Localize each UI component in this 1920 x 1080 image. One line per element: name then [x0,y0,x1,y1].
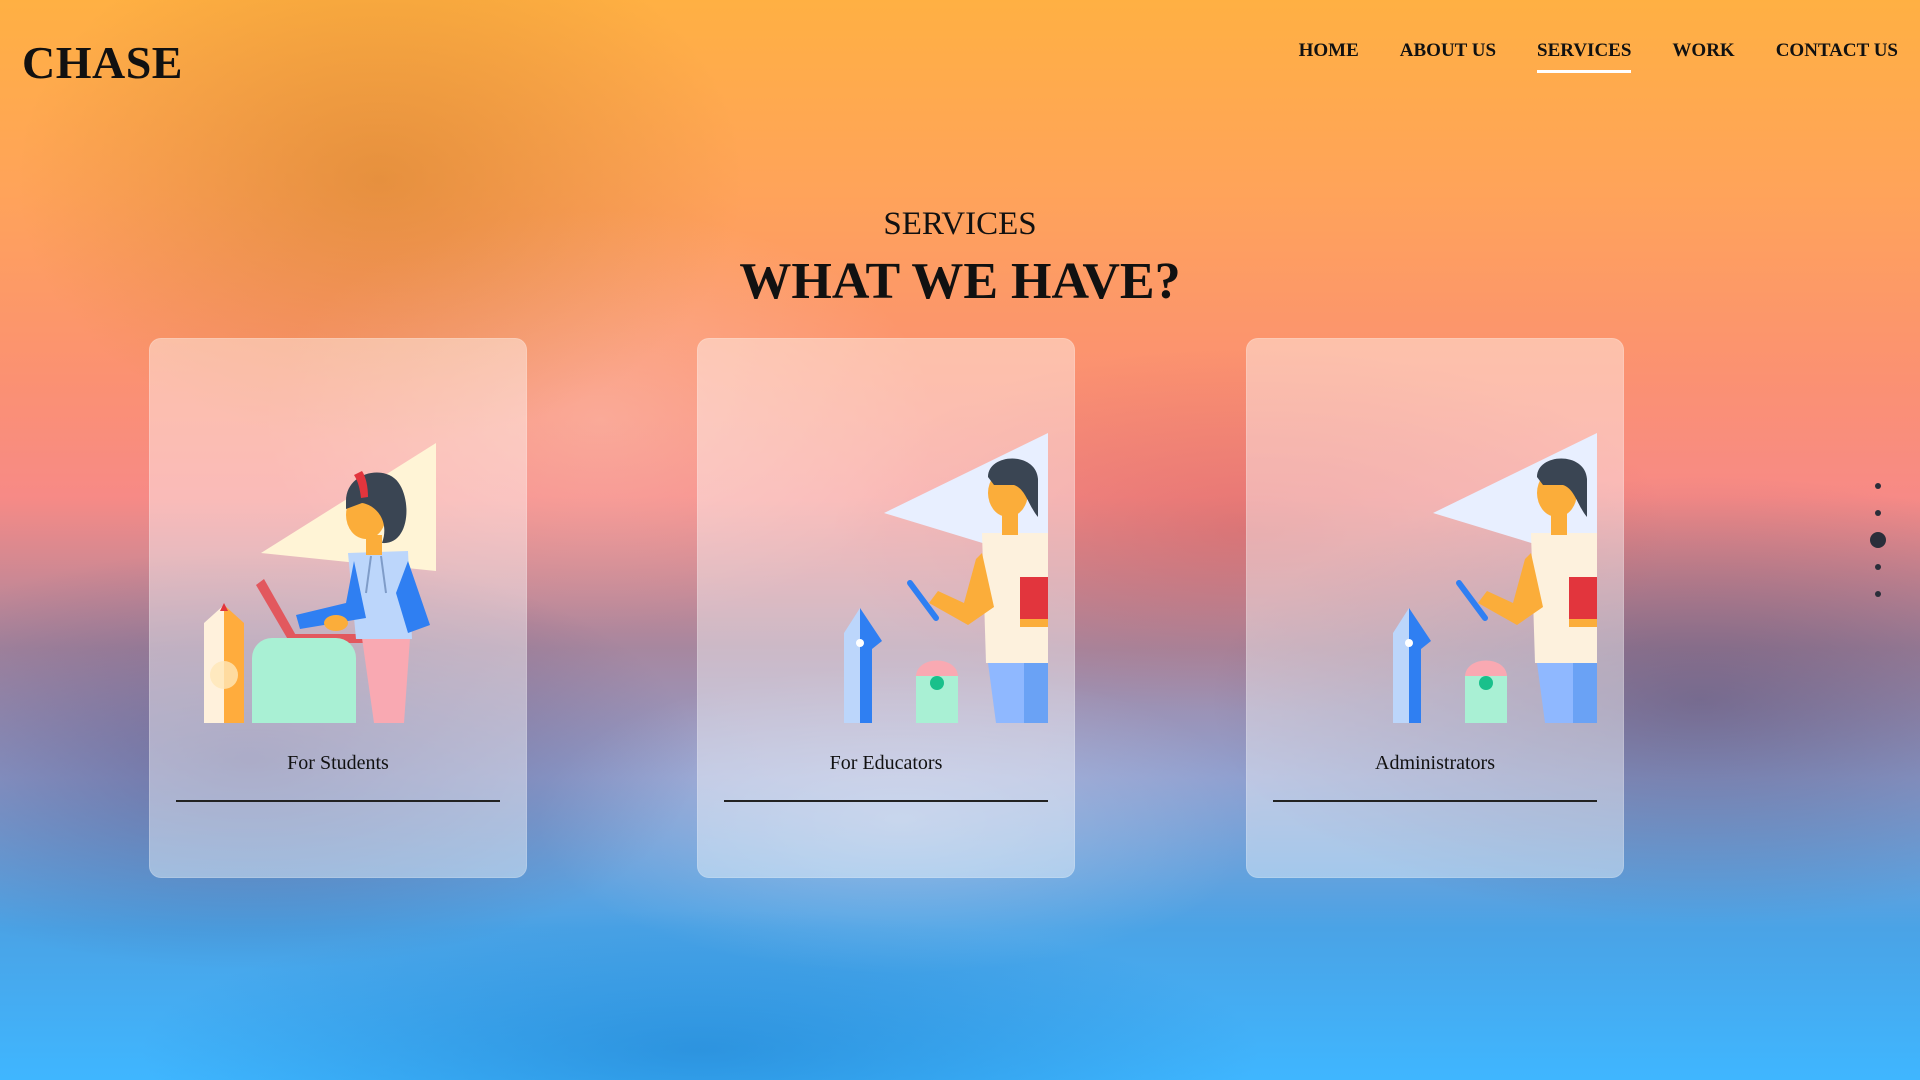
pager-dot[interactable] [1875,510,1881,516]
card-divider [1273,800,1597,802]
card-divider [724,800,1048,802]
service-card-educators[interactable]: For Educators [697,338,1075,878]
administrator-book-illustration [1393,433,1597,723]
section-eyebrow: SERVICES [883,206,1037,242]
card-label-administrators: Administrators [1375,752,1495,774]
student-laptop-illustration [204,443,436,723]
nav-item-about-us[interactable]: ABOUT US [1400,40,1496,73]
card-label-students: For Students [287,752,389,774]
pager-dot-active[interactable] [1870,532,1886,548]
pager-dot[interactable] [1875,591,1881,597]
nav-item-contact-us[interactable]: CONTACT US [1776,40,1898,73]
section-title: WHAT WE HAVE? [739,253,1181,310]
section-pager [1866,476,1890,606]
service-card-students[interactable]: For Students [149,338,527,878]
brand-logo[interactable]: CHASE [22,36,183,89]
nav-item-work[interactable]: WORK [1672,40,1734,73]
educator-book-illustration [844,433,1048,723]
card-label-educators: For Educators [829,752,943,774]
pager-dot[interactable] [1875,483,1881,489]
nav-item-services[interactable]: SERVICES [1537,40,1632,73]
pager-dot[interactable] [1875,564,1881,570]
nav-item-home[interactable]: HOME [1299,40,1359,73]
card-divider [176,800,500,802]
service-card-administrators[interactable]: Administrators [1246,338,1624,878]
main-nav: HOME ABOUT US SERVICES WORK CONTACT US [1258,40,1898,73]
